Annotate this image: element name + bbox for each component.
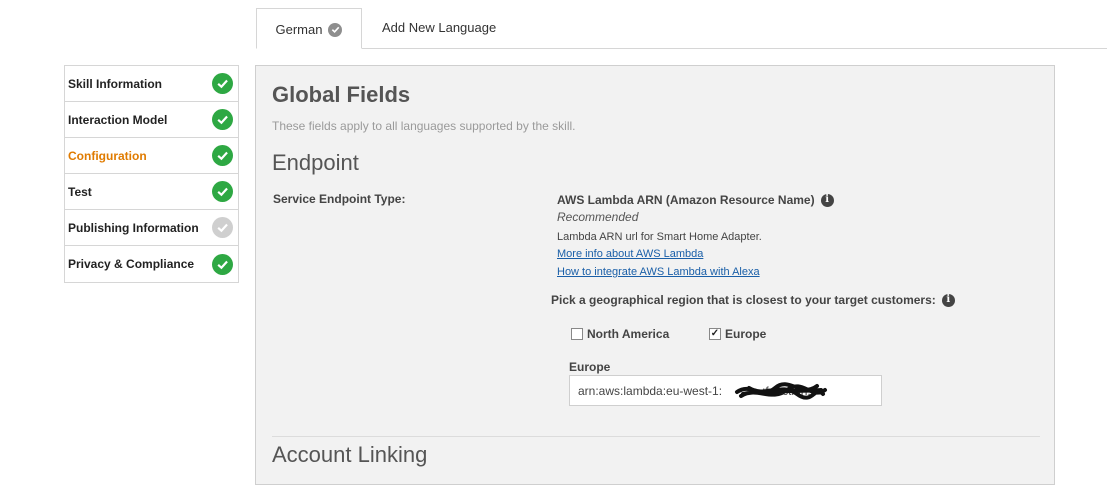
- check-complete-icon: [212, 109, 233, 130]
- check-pending-icon: [212, 217, 233, 238]
- sidebar-item-label: Interaction Model: [68, 112, 168, 127]
- sidebar-item-test[interactable]: Test: [65, 174, 238, 210]
- info-icon[interactable]: i: [820, 193, 834, 207]
- more-info-lambda-link[interactable]: More info about AWS Lambda: [557, 248, 703, 260]
- page-title: Global Fields: [272, 82, 411, 107]
- europe-checkbox[interactable]: ✓: [709, 328, 721, 340]
- europe-arn-input[interactable]: [569, 375, 882, 406]
- info-icon[interactable]: i: [941, 293, 955, 307]
- region-europe[interactable]: ✓ Europe: [709, 327, 766, 341]
- check-complete-icon: [212, 145, 233, 166]
- sidebar-item-configuration[interactable]: Configuration: [65, 138, 238, 174]
- account-linking-heading: Account Linking: [272, 442, 428, 467]
- region-north-america[interactable]: North America: [571, 327, 669, 341]
- sidebar-item-label: Privacy & Compliance: [68, 257, 195, 271]
- sidebar-item-privacy-compliance[interactable]: Privacy & Compliance: [65, 246, 238, 282]
- sidebar-nav: Skill Information Interaction Model Conf…: [64, 65, 239, 283]
- endpoint-heading: Endpoint: [272, 150, 359, 175]
- sidebar-item-label: Publishing Information: [68, 220, 199, 235]
- tab-german-label: German: [275, 22, 323, 37]
- integrate-lambda-alexa-link[interactable]: How to integrate AWS Lambda with Alexa: [557, 266, 760, 278]
- check-complete-icon: [212, 73, 233, 94]
- tab-add-new-language[interactable]: Add New Language: [382, 20, 496, 35]
- tab-german[interactable]: German: [256, 8, 362, 49]
- sidebar-item-publishing-information[interactable]: Publishing Information: [65, 210, 238, 246]
- lambda-arn-title: AWS Lambda ARN (Amazon Resource Name) i: [557, 193, 834, 207]
- region-prompt: Pick a geographical region that is close…: [551, 293, 955, 307]
- service-endpoint-type-label: Service Endpoint Type:: [273, 192, 406, 206]
- sidebar-item-label: Configuration: [68, 148, 147, 163]
- europe-label: Europe: [725, 327, 767, 341]
- check-complete-icon: [212, 253, 233, 275]
- sidebar-item-label: Test: [68, 184, 92, 199]
- lambda-arn-title-text: AWS Lambda ARN (Amazon Resource Name): [557, 193, 815, 207]
- region-prompt-text: Pick a geographical region that is close…: [551, 293, 936, 307]
- north-america-label: North America: [587, 327, 670, 341]
- sidebar-item-label: Skill Information: [68, 76, 163, 91]
- section-divider: [272, 436, 1040, 437]
- global-fields-panel: Global Fields These fields apply to all …: [255, 65, 1055, 485]
- page-subtitle: These fields apply to all languages supp…: [272, 119, 576, 133]
- checkmark-icon: [328, 22, 343, 37]
- lambda-description: Lambda ARN url for Smart Home Adapter.: [557, 231, 762, 243]
- sidebar-item-interaction-model[interactable]: Interaction Model: [65, 102, 238, 138]
- recommended-note: Recommended: [557, 210, 639, 224]
- north-america-checkbox[interactable]: [571, 328, 583, 340]
- check-complete-icon: [212, 181, 233, 202]
- tabs-divider: [256, 48, 1107, 49]
- europe-field-label: Europe: [569, 360, 611, 374]
- sidebar-item-skill-information[interactable]: Skill Information: [65, 66, 238, 102]
